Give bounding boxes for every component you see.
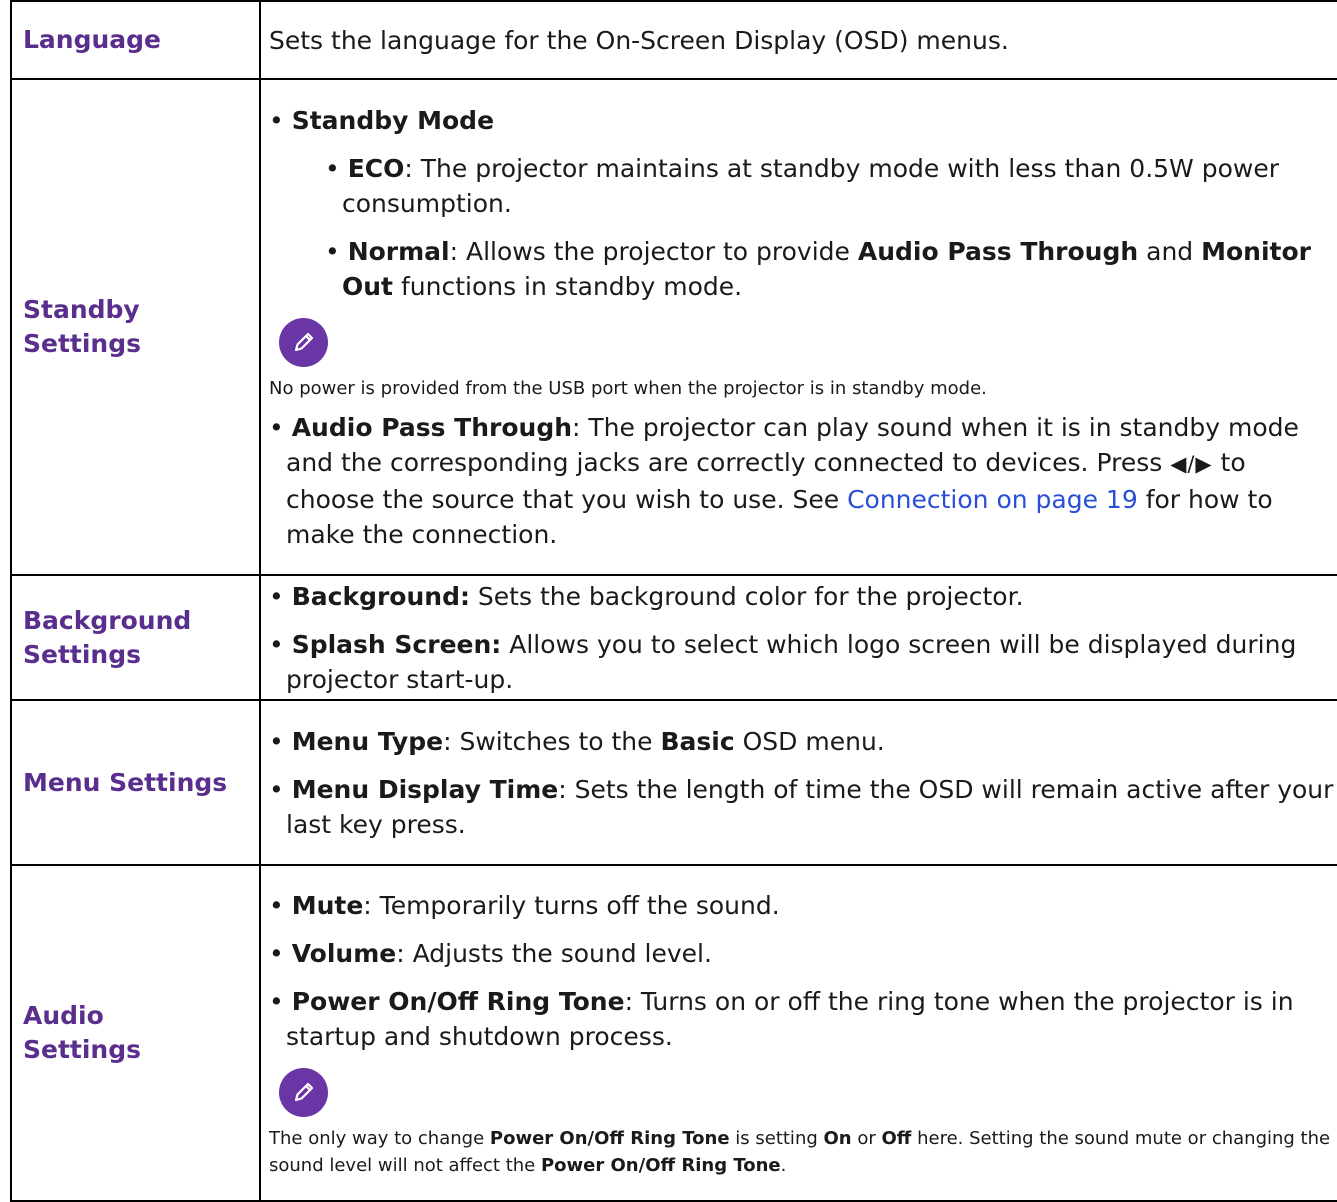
row-label: Language	[10, 0, 261, 80]
list-item: • Standby Mode	[269, 105, 495, 135]
row-description: • Standby Mode • ECO: The projector main…	[259, 78, 1337, 576]
row-label: Background Settings	[10, 574, 261, 701]
table-row-audio-settings: Audio Settings • Mute: Temporarily turns…	[10, 864, 1337, 1202]
table-row-background-settings: Background Settings • Background: Sets t…	[10, 574, 1337, 701]
row-label: Audio Settings	[10, 864, 261, 1202]
list-item: • Menu Display Time: Sets the length of …	[269, 774, 1334, 839]
table-row-standby-settings: Standby Settings • Standby Mode • ECO: T…	[10, 78, 1337, 576]
row-label: Menu Settings	[10, 699, 261, 866]
left-right-arrows-icon: ◀/▶	[1170, 451, 1213, 476]
list-item: • Power On/Off Ring Tone: Turns on or of…	[269, 986, 1294, 1051]
row-description: • Menu Type: Switches to the Basic OSD m…	[259, 699, 1337, 866]
row-label: Standby Settings	[10, 78, 261, 576]
connection-page-link[interactable]: Connection on page 19	[847, 485, 1138, 514]
list-item: • ECO: The projector maintains at standb…	[325, 153, 1279, 218]
list-item: • Menu Type: Switches to the Basic OSD m…	[269, 726, 885, 756]
list-item: • Background: Sets the background color …	[269, 581, 1024, 611]
description-text: Sets the language for the On-Screen Disp…	[269, 25, 1009, 55]
table-row-menu-settings: Menu Settings • Menu Type: Switches to t…	[10, 699, 1337, 866]
list-item: • Audio Pass Through: The projector can …	[269, 412, 1299, 549]
note-text: The only way to change Power On/Off Ring…	[269, 1127, 1331, 1176]
row-description: • Mute: Temporarily turns off the sound.…	[259, 864, 1337, 1202]
pencil-note-icon	[279, 317, 328, 367]
list-item: • Splash Screen: Allows you to select wh…	[269, 629, 1297, 694]
pencil-note-icon	[279, 1067, 328, 1117]
row-description: Sets the language for the On-Screen Disp…	[259, 0, 1337, 80]
list-item: • Volume: Adjusts the sound level.	[269, 938, 712, 968]
list-item: • Mute: Temporarily turns off the sound.	[269, 890, 780, 920]
table-row-language: Language Sets the language for the On-Sc…	[10, 0, 1337, 80]
row-description: • Background: Sets the background color …	[259, 574, 1337, 701]
note-text: No power is provided from the USB port w…	[269, 377, 987, 399]
list-item: • Normal: Allows the projector to provid…	[325, 236, 1311, 301]
osd-settings-table: Language Sets the language for the On-Sc…	[10, 0, 1337, 1202]
